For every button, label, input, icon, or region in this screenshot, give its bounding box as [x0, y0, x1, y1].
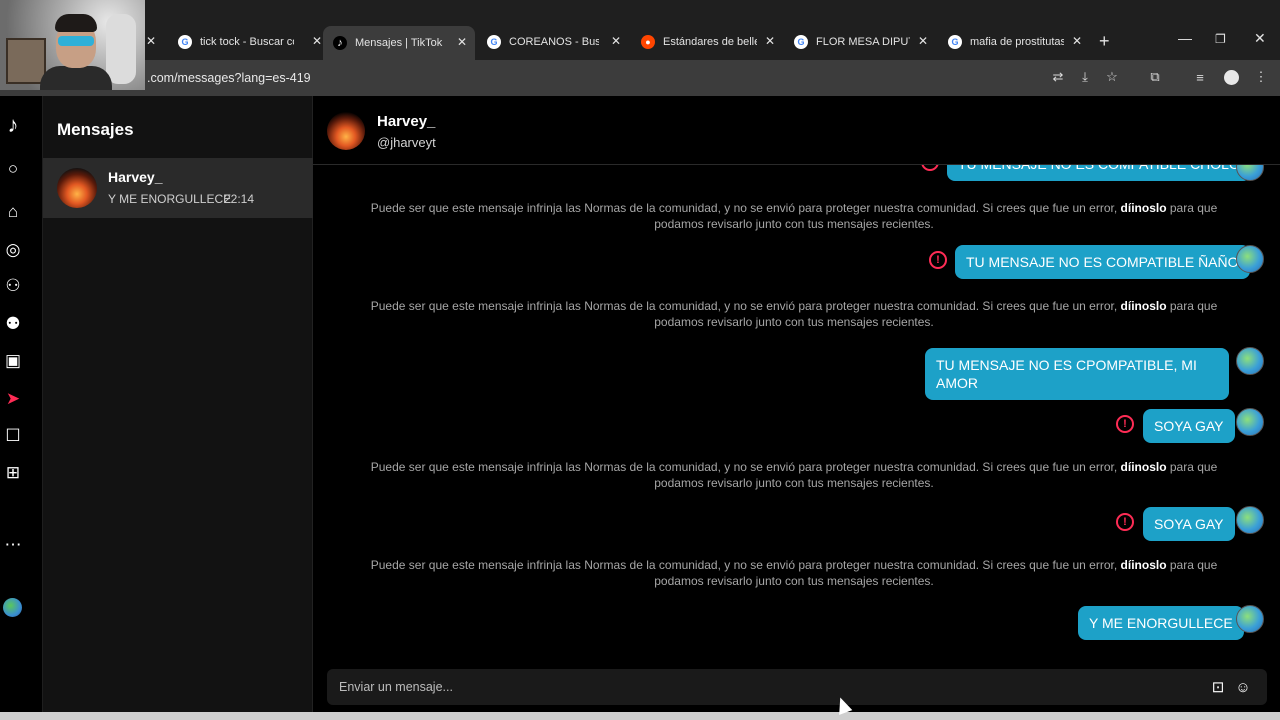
contact-handle: @jharveyt [377, 135, 436, 150]
emoji-icon[interactable]: ☺ [1233, 677, 1253, 697]
profile-avatar[interactable] [3, 598, 22, 617]
conversation-list: Mensajes Harvey_ Y ME ENORGULLECE 22:14 [43, 96, 313, 720]
tab-flor-mesa-diputada[interactable]: G FLOR MESA DIPUTADA ✕ [786, 28, 928, 56]
window-close-icon[interactable]: ✕ [1254, 30, 1266, 47]
conversation-item[interactable]: Harvey_ Y ME ENORGULLECE 22:14 [43, 158, 313, 218]
taskbar-strip [0, 712, 1280, 720]
conversation-time: 22:14 [224, 192, 255, 206]
tab-title: Estándares de belleza [663, 36, 757, 48]
tab-estandares-belleza[interactable]: ● Estándares de belleza ✕ [633, 28, 775, 56]
google-icon: G [794, 35, 808, 49]
warning-icon: ! [1116, 415, 1134, 433]
minimize-icon[interactable]: — [1178, 30, 1192, 46]
google-icon: G [178, 35, 192, 49]
tiktok-logo-icon[interactable]: ♪ [2, 112, 24, 137]
tab-title: FLOR MESA DIPUTADA [816, 36, 910, 48]
tiktok-icon: ♪ [333, 36, 347, 50]
inbox-title: Mensajes [57, 120, 134, 139]
extensions-icon[interactable]: ⧉ [1147, 69, 1163, 85]
image-icon[interactable]: ⊡ [1208, 677, 1228, 697]
inbox-icon[interactable]: ☐ [2, 425, 24, 447]
profile-icon[interactable] [1224, 70, 1239, 85]
media-icon[interactable]: ≡ [1192, 69, 1208, 85]
messages-icon[interactable]: ➤ [2, 388, 24, 410]
live-icon[interactable]: ▣ [2, 350, 24, 372]
home-icon[interactable]: ⌂ [2, 201, 24, 223]
more-icon[interactable]: ⋯ [2, 534, 24, 556]
tab-title: tick tock - Buscar con Google [200, 36, 294, 48]
conversation-name: Harvey_ [108, 169, 163, 185]
upload-icon[interactable]: ⊞ [2, 462, 24, 484]
avatar [1236, 245, 1264, 273]
google-icon: G [948, 35, 962, 49]
explore-icon[interactable]: ◎ [2, 239, 24, 261]
tab-title: mafia de prostitutas [970, 36, 1064, 48]
warning-icon: ! [1116, 513, 1134, 531]
close-icon[interactable]: ✕ [918, 34, 928, 48]
message-input-bar: ⊡ ☺ [327, 669, 1267, 705]
tab-coreanos-search[interactable]: G COREANOS - Buscar con Google ✕ [479, 28, 621, 56]
translate-icon[interactable]: ⇄ [1050, 69, 1066, 85]
search-icon[interactable]: ○ [2, 158, 24, 180]
report-link[interactable]: díinoslo [1121, 460, 1167, 474]
message-list: ! TU MENSAJE NO ES COMPATIBLE CHOLO Pued… [313, 165, 1280, 665]
warning-icon: ! [921, 165, 939, 171]
avatar [1236, 605, 1264, 633]
friends-icon[interactable]: ⚉ [2, 313, 24, 335]
avatar[interactable] [327, 112, 365, 150]
menu-icon[interactable]: ⋮ [1253, 69, 1269, 85]
tab-close-prev[interactable]: ✕ [146, 28, 156, 56]
avatar [57, 168, 97, 208]
chat-panel: Harvey_ @jharveyt ! TU MENSAJE NO ES COM… [313, 96, 1280, 720]
message-bubble: Y ME ENORGULLECE [1078, 606, 1244, 640]
new-tab-icon[interactable]: + [1099, 31, 1110, 52]
avatar [1236, 506, 1264, 534]
reddit-icon: ● [641, 35, 655, 49]
tab-tick-tock-search[interactable]: G tick tock - Buscar con Google ✕ [170, 28, 322, 56]
left-nav: ♪ ○ ⌂ ◎ ⚇ ⚉ ▣ ➤ ☐ ⊞ ⋯ [0, 96, 43, 720]
avatar [1236, 347, 1264, 375]
following-icon[interactable]: ⚇ [2, 275, 24, 297]
avatar [1236, 408, 1264, 436]
close-icon[interactable]: ✕ [611, 34, 621, 48]
star-icon[interactable]: ☆ [1104, 69, 1120, 85]
tab-title: Mensajes | TikTok [355, 37, 443, 49]
close-icon[interactable]: ✕ [765, 34, 775, 48]
close-icon[interactable]: ✕ [1072, 34, 1082, 48]
chat-header: Harvey_ @jharveyt [313, 96, 1280, 165]
close-icon[interactable]: ✕ [457, 35, 467, 49]
blocked-notice: Puede ser que este mensaje infrinja las … [370, 558, 1218, 588]
address-bar[interactable]: .com/messages?lang=es-419 [147, 71, 311, 85]
restore-icon[interactable]: ❐ [1215, 32, 1226, 46]
report-link[interactable]: díinoslo [1121, 201, 1167, 215]
blocked-notice: Puede ser que este mensaje infrinja las … [370, 460, 1218, 490]
tab-mafia-search[interactable]: G mafia de prostitutas ✕ [940, 28, 1082, 56]
warning-icon: ! [929, 251, 947, 269]
contact-name[interactable]: Harvey_ [377, 113, 435, 130]
google-icon: G [487, 35, 501, 49]
blocked-notice: Puede ser que este mensaje infrinja las … [370, 201, 1218, 231]
message-bubble: SOYA GAY [1143, 409, 1235, 443]
install-icon[interactable]: ⤓ [1077, 69, 1093, 85]
message-bubble: SOYA GAY [1143, 507, 1235, 541]
message-bubble: TU MENSAJE NO ES CPOMPATIBLE, MI AMOR [925, 348, 1229, 400]
webcam-overlay [0, 0, 145, 90]
message-bubble: TU MENSAJE NO ES COMPATIBLE ÑAÑO [955, 245, 1250, 279]
close-icon[interactable]: ✕ [312, 34, 322, 48]
message-input[interactable] [339, 677, 1179, 697]
tab-tiktok-messages[interactable]: ♪ Mensajes | TikTok ✕ [323, 26, 475, 60]
tab-title: COREANOS - Buscar con Google [509, 36, 599, 48]
report-link[interactable]: díinoslo [1121, 558, 1167, 572]
report-link[interactable]: díinoslo [1121, 299, 1167, 313]
message-bubble: TU MENSAJE NO ES COMPATIBLE CHOLO [947, 165, 1251, 181]
conversation-preview: Y ME ENORGULLECE [108, 192, 232, 206]
blocked-notice: Puede ser que este mensaje infrinja las … [370, 299, 1218, 329]
